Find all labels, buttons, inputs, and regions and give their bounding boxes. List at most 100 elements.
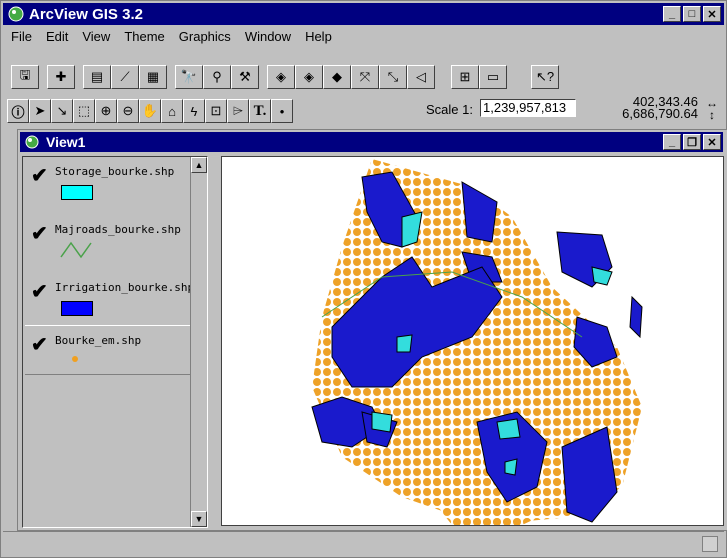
query-builder-button[interactable]: ⚒ <box>231 65 259 89</box>
menu-file[interactable]: File <box>11 29 32 44</box>
theme-name: Irrigation_bourke.shp <box>55 281 195 294</box>
open-table-button[interactable]: ▦ <box>139 65 167 89</box>
save-project-button[interactable]: 🖫 <box>11 65 39 89</box>
measure-icon: ⌂ <box>168 103 176 119</box>
measure-tool[interactable]: ⌂ <box>161 99 183 123</box>
help-cursor-icon: ↖? <box>535 69 555 84</box>
tool-bar: ⓘ ➤ ↘ ⬚ ⊕ ⊖ ✋ ⌂ ϟ ⊡ ⌲ T. • Scale 1: 1,23… <box>3 95 724 125</box>
polygon-symbol <box>61 185 93 200</box>
layers-icon: ◈ <box>276 69 286 84</box>
zoom-active-themes-button[interactable]: ◈ <box>295 65 323 89</box>
vertex-icon: ↘ <box>56 103 68 118</box>
magnifier-minus-icon: ⊖ <box>122 103 134 118</box>
locate-icon: ⚲ <box>212 69 222 84</box>
point-icon: • <box>279 103 285 119</box>
view-minimize-button[interactable]: _ <box>663 134 681 150</box>
label-tool[interactable]: ⌲ <box>227 99 249 123</box>
pointer-tool[interactable]: ➤ <box>29 99 51 123</box>
minimize-button[interactable]: _ <box>663 6 681 22</box>
maximize-button[interactable]: □ <box>683 6 701 22</box>
select-feature-tool[interactable]: ⬚ <box>73 99 95 123</box>
select-box-icon: ⬚ <box>77 103 91 118</box>
select-features-button[interactable]: ⊞ <box>451 65 479 89</box>
arrow-icon: ➤ <box>34 103 46 118</box>
scale-input[interactable]: 1,239,957,813 <box>480 99 576 117</box>
zoom-selected-button[interactable]: ◆ <box>323 65 351 89</box>
zoom-in-arrows-icon: ⤧ <box>359 69 371 84</box>
info-icon: ⓘ <box>11 104 25 120</box>
scroll-down-arrow-icon[interactable]: ▼ <box>191 511 207 527</box>
aoi-icon: ⊡ <box>210 103 222 118</box>
hotlink-tool[interactable]: ϟ <box>183 99 205 123</box>
add-theme-button[interactable]: ✚ <box>47 65 75 89</box>
disk-icon: 🖫 <box>19 67 31 82</box>
menu-edit[interactable]: Edit <box>46 29 68 44</box>
identify-tool[interactable]: ⓘ <box>7 99 29 123</box>
legend-icon: ⟋ <box>120 69 130 84</box>
magnifier-plus-icon: ⊕ <box>100 103 112 118</box>
view-title: View1 <box>46 134 86 150</box>
vertex-edit-tool[interactable]: ↘ <box>51 99 73 123</box>
checkbox-icon[interactable]: ✔ <box>31 279 48 304</box>
hand-icon: ✋ <box>141 103 159 118</box>
plus-icon: ✚ <box>55 69 67 84</box>
previous-icon: ◁ <box>416 69 426 84</box>
toc-entry-majroads[interactable]: ✔ Majroads_bourke.shp <box>25 215 190 281</box>
select-grid-icon: ⊞ <box>459 69 471 84</box>
text-t-icon: T. <box>253 102 267 119</box>
view-restore-button[interactable]: ❐ <box>683 134 701 150</box>
menu-window[interactable]: Window <box>245 29 291 44</box>
menu-help[interactable]: Help <box>305 29 332 44</box>
area-of-interest-tool[interactable]: ⊡ <box>205 99 227 123</box>
coordinate-readout: 402,343.46 6,686,790.64 <box>622 95 698 121</box>
view-title-bar[interactable]: View1 _ ❐ ✕ <box>20 132 723 152</box>
view-close-button[interactable]: ✕ <box>703 134 721 150</box>
edit-legend-button[interactable]: ⟋ <box>111 65 139 89</box>
y-coordinate: 6,686,790.64 <box>622 106 698 121</box>
zoom-full-extent-button[interactable]: ◈ <box>267 65 295 89</box>
point-symbol <box>72 356 78 362</box>
zoom-out-tool[interactable]: ⊖ <box>117 99 139 123</box>
menu-graphics[interactable]: Graphics <box>179 29 231 44</box>
table-of-contents: ✔ Storage_bourke.shp ✔ Majroads_bourke.s… <box>22 156 208 528</box>
zoom-in-tool[interactable]: ⊕ <box>95 99 117 123</box>
label-icon: ⌲ <box>232 103 244 118</box>
draw-point-tool[interactable]: • <box>271 99 293 123</box>
close-button[interactable]: ✕ <box>703 6 721 22</box>
binoculars-icon: 🔭 <box>180 69 198 84</box>
checkbox-icon[interactable]: ✔ <box>31 163 48 188</box>
text-tool[interactable]: T. <box>249 99 271 123</box>
map-canvas[interactable] <box>222 157 723 525</box>
theme-properties-button[interactable]: ▤ <box>83 65 111 89</box>
theme-name: Bourke_em.shp <box>55 334 142 347</box>
checkbox-icon[interactable]: ✔ <box>31 332 48 357</box>
button-bar: 🖫 ✚ ▤ ⟋ ▦ 🔭 ⚲ ⚒ ◈ ◈ ◆ ⤧ ⤡ ◁ ⊞ ▭ ↖? <box>3 63 724 91</box>
hammer-icon: ⚒ <box>239 69 251 84</box>
arcview-window: ArcView GIS 3.2 _ □ ✕ File Edit View The… <box>0 0 727 558</box>
zoom-out-button[interactable]: ⤡ <box>379 65 407 89</box>
toc-entry-storage[interactable]: ✔ Storage_bourke.shp <box>25 157 190 223</box>
theme-name: Majroads_bourke.shp <box>55 223 181 236</box>
locate-address-button[interactable]: ⚲ <box>203 65 231 89</box>
clear-icon: ▭ <box>486 69 500 84</box>
clear-selection-button[interactable]: ▭ <box>479 65 507 89</box>
toc-scrollbar[interactable]: ▲ ▼ <box>190 157 207 527</box>
pan-tool[interactable]: ✋ <box>139 99 161 123</box>
app-title: ArcView GIS 3.2 <box>29 5 143 23</box>
scroll-up-arrow-icon[interactable]: ▲ <box>191 157 207 173</box>
zoom-out-arrows-icon: ⤡ <box>387 69 399 84</box>
globe-icon <box>8 6 24 22</box>
map-display[interactable] <box>221 156 724 526</box>
table-icon: ▦ <box>146 69 160 84</box>
help-button[interactable]: ↖? <box>531 65 559 89</box>
zoom-in-button[interactable]: ⤧ <box>351 65 379 89</box>
toc-entry-bourke-em[interactable]: ✔ Bourke_em.shp <box>25 325 190 375</box>
checkbox-icon[interactable]: ✔ <box>31 221 48 246</box>
resize-grip-icon[interactable] <box>702 536 718 552</box>
zoom-previous-button[interactable]: ◁ <box>407 65 435 89</box>
menu-view[interactable]: View <box>82 29 110 44</box>
coordinate-arrows-icon: ↔ ↕ <box>706 96 718 122</box>
menu-theme[interactable]: Theme <box>124 29 164 44</box>
find-button[interactable]: 🔭 <box>175 65 203 89</box>
title-bar[interactable]: ArcView GIS 3.2 _ □ ✕ <box>3 3 724 25</box>
